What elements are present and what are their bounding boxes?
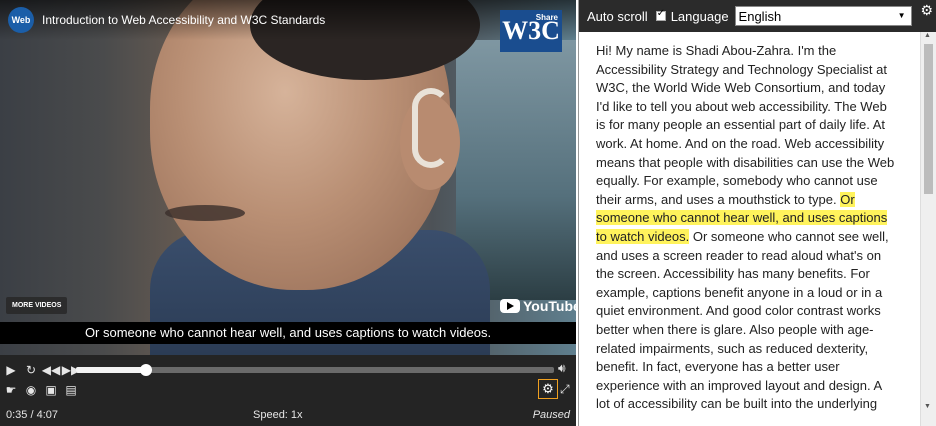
video-title-bar: Web Introduction to Web Accessibility an… xyxy=(0,0,576,40)
w3c-logo[interactable]: W3C Share xyxy=(500,10,562,52)
seek-slider[interactable] xyxy=(76,364,554,376)
playback-speed: Speed: 1x xyxy=(253,409,303,421)
settings-button[interactable]: ⚙ xyxy=(538,379,558,399)
transcript-panel: Auto scroll Language English ▼ ⚙ Hi! My … xyxy=(578,0,936,426)
volume-icon[interactable]: 🔊︎ xyxy=(558,361,566,376)
auto-scroll-label: Auto scroll xyxy=(587,8,648,24)
transcript-toolbar: Auto scroll Language English ▼ ⚙ xyxy=(579,0,936,32)
scrollbar-thumb[interactable] xyxy=(924,44,933,194)
scroll-up-icon[interactable]: ▲ xyxy=(924,32,931,39)
channel-logo[interactable]: Web xyxy=(8,7,34,33)
scroll-down-icon[interactable]: ▼ xyxy=(924,403,931,410)
youtube-play-icon xyxy=(500,299,520,313)
controls-row-2: ☛ ◉ ▣ ▤ xyxy=(0,379,576,401)
transcript-icon[interactable]: ▤ xyxy=(62,381,80,399)
gear-icon[interactable]: ⚙ xyxy=(920,2,933,19)
video-title[interactable]: Introduction to Web Accessibility and W3… xyxy=(42,13,325,27)
captions-icon[interactable]: ▣ xyxy=(42,381,60,399)
caption-text: Or someone who cannot hear well, and use… xyxy=(0,322,576,344)
more-videos-button[interactable]: MORE VIDEOS xyxy=(6,297,68,314)
fullscreen-icon[interactable]: ⤢ xyxy=(560,382,570,397)
video-player: Web Introduction to Web Accessibility an… xyxy=(0,0,576,426)
language-value: English xyxy=(738,8,782,24)
playback-state: Paused xyxy=(532,409,570,421)
youtube-logo[interactable]: YouTube xyxy=(500,298,576,314)
language-select[interactable]: English ▼ xyxy=(734,6,912,26)
gear-icon: ⚙ xyxy=(542,381,554,396)
transcript-text-after[interactable]: Or someone who cannot see well, and uses… xyxy=(596,229,889,411)
chevron-down-icon: ▼ xyxy=(897,11,906,20)
restart-icon[interactable]: ↻ xyxy=(22,361,40,379)
elapsed-time: 0:35 / 4:07 xyxy=(6,409,58,421)
audio-description-icon[interactable]: ◉ xyxy=(22,381,40,399)
share-label: Share xyxy=(535,13,558,22)
video-frame[interactable]: Web Introduction to Web Accessibility an… xyxy=(0,0,576,355)
player-controls: ▶ ↻ ◀◀ ▶▶ 🔊︎ ☛ ◉ ▣ ▤ ⚙ ⤢ xyxy=(0,355,576,403)
sign-language-icon[interactable]: ☛ xyxy=(2,381,20,399)
youtube-label: YouTube xyxy=(523,298,576,314)
seek-played xyxy=(76,367,147,373)
transcript-text: Hi! My name is Shadi Abou-Zahra. I'm the… xyxy=(596,42,896,426)
hearing-aid xyxy=(412,88,450,168)
transcript-scrollbar[interactable]: ▲ ▼ xyxy=(920,32,936,426)
rewind-icon[interactable]: ◀◀ xyxy=(42,361,60,379)
language-label: Language xyxy=(670,8,729,24)
transcript-text-before[interactable]: Hi! My name is Shadi Abou-Zahra. I'm the… xyxy=(596,43,894,207)
auto-scroll-checkbox[interactable] xyxy=(655,8,666,21)
able-player: Web Introduction to Web Accessibility an… xyxy=(0,0,936,426)
play-icon[interactable]: ▶ xyxy=(2,361,20,379)
speaker-mustache xyxy=(165,205,245,221)
status-bar: 0:35 / 4:07 Speed: 1x Paused xyxy=(0,403,576,426)
